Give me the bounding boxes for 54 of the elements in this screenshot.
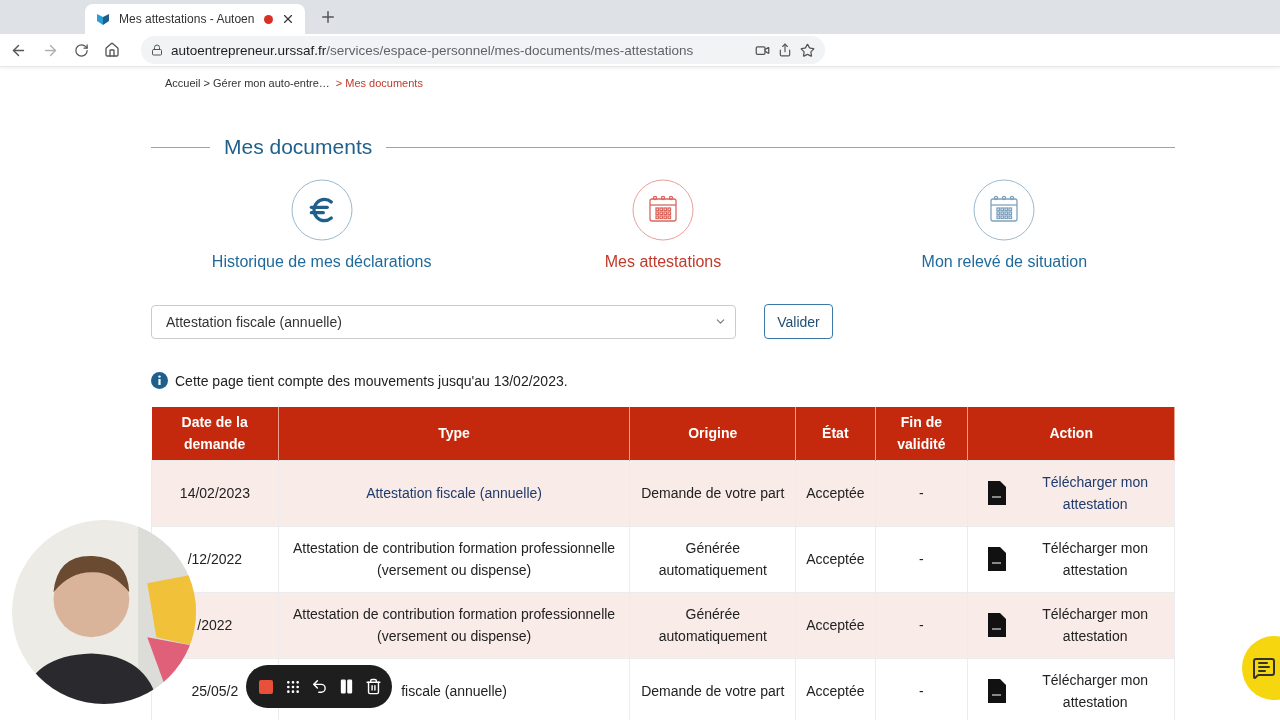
table-cell: - xyxy=(875,526,968,592)
breadcrumb-link[interactable]: Accueil > Gérer mon auto-entre… xyxy=(165,77,330,93)
table-cell: Demande de votre part xyxy=(629,460,796,526)
table-cell: 14/02/2023 xyxy=(151,460,279,526)
table-cell: - xyxy=(875,460,968,526)
grid-dots-icon[interactable] xyxy=(285,678,301,695)
column-header: État xyxy=(795,407,875,460)
close-icon[interactable] xyxy=(281,12,295,26)
info-text: Cette page tient compte des mouvements jusqu'au 13/02/2023. xyxy=(175,372,568,389)
column-header: Action xyxy=(967,407,1175,460)
stop-recording-icon[interactable] xyxy=(259,679,273,694)
home-icon[interactable] xyxy=(104,42,120,58)
browser-tab[interactable]: Mes attestations - Autoen xyxy=(85,4,305,34)
table-cell: Acceptée xyxy=(795,592,875,658)
table-cell: Générée automatiquement xyxy=(629,592,796,658)
chat-icon xyxy=(1252,656,1276,680)
validate-button[interactable]: Valider xyxy=(764,304,833,339)
section-link[interactable]: Historique de mes déclarations xyxy=(211,253,432,271)
table-cell: Acceptée xyxy=(795,526,875,592)
table-cell: Attestation de contribution formation professionnelle (versement ou dispense) xyxy=(278,526,630,592)
table-cell: - xyxy=(875,592,968,658)
trash-icon[interactable] xyxy=(365,678,382,695)
column-header: Date de la demande xyxy=(151,407,279,460)
table-cell: Générée automatiquement xyxy=(629,526,796,592)
info-icon xyxy=(151,372,168,389)
address-bar[interactable]: autoentrepreneur.urssaf.fr/services/espace-personnel/mes-documents/mes-attestations xyxy=(141,36,825,64)
pdf-file-icon xyxy=(988,547,1007,571)
undo-icon[interactable] xyxy=(311,678,328,695)
breadcrumb-link[interactable]: > Mes documents xyxy=(335,77,423,93)
pause-icon[interactable] xyxy=(338,678,355,695)
column-header: Origine xyxy=(629,407,796,460)
share-icon[interactable] xyxy=(778,43,792,57)
tab-title: Mes attestations - Autoen xyxy=(119,12,256,26)
pdf-file-icon xyxy=(988,481,1007,505)
url-text: autoentrepreneur.urssaf.fr/services/espace-personnel/mes-documents/mes-attestations xyxy=(171,42,695,58)
bookmark-star-icon[interactable] xyxy=(800,42,815,58)
calendar-icon xyxy=(632,179,694,241)
reload-icon[interactable] xyxy=(74,42,89,58)
table-cell: Attestation fiscale (annuelle) xyxy=(278,460,630,526)
euro-icon xyxy=(290,179,353,241)
pdf-file-icon xyxy=(988,679,1007,703)
table-cell: Acceptée xyxy=(795,460,875,526)
new-tab-icon[interactable] xyxy=(319,8,337,26)
lock-icon xyxy=(151,44,163,56)
column-header: Fin de validité xyxy=(875,407,968,460)
pdf-file-icon xyxy=(988,613,1007,637)
page-heading: Mes documents xyxy=(224,135,373,159)
attestation-type-select[interactable]: Attestation fiscale (annuelle) xyxy=(151,304,736,339)
site-favicon-icon xyxy=(95,11,111,27)
column-header: Type xyxy=(278,407,630,460)
section-link[interactable]: Mes attestations xyxy=(604,253,722,271)
calendar-icon xyxy=(973,179,1036,241)
table-cell: Attestation de contribution formation professionnelle (versement ou dispense) xyxy=(278,592,630,658)
section-link[interactable]: Mon relevé de situation xyxy=(921,253,1088,271)
